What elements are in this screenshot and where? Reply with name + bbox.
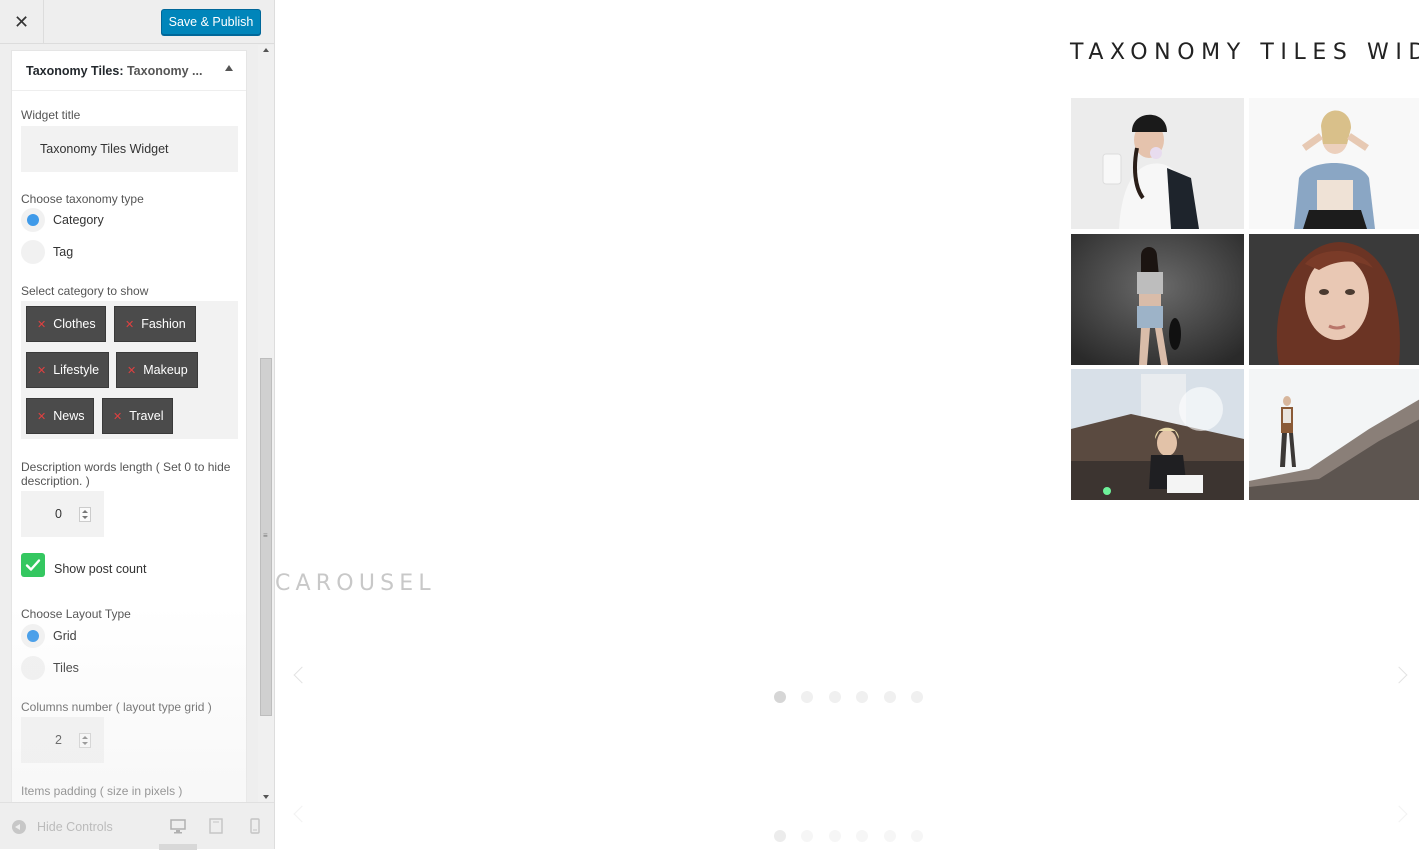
carousel2-dot[interactable] — [801, 830, 813, 842]
carousel-prev-icon[interactable] — [293, 666, 311, 684]
show-post-count-label: Show post count — [54, 562, 147, 576]
category-tag-box[interactable]: ✕ Clothes ✕ Fashion ✕ Lifestyle ✕ Makeup ✕ Ne… — [21, 301, 238, 439]
tag-label: News — [53, 409, 85, 423]
mobile-preview-icon[interactable] — [247, 818, 263, 834]
radio-grid[interactable]: Grid — [21, 624, 77, 648]
remove-icon[interactable]: ✕ — [125, 318, 134, 331]
carousel2-dot[interactable] — [829, 830, 841, 842]
radio-button[interactable] — [21, 624, 45, 648]
controls-scroll-area: Taxonomy Tiles: Taxonomy ... Widget titl… — [0, 45, 258, 802]
carousel2-next-icon[interactable] — [1390, 805, 1408, 823]
carousel2-dot[interactable] — [856, 830, 868, 842]
radio-tiles[interactable]: Tiles — [21, 656, 79, 680]
carousel-dot[interactable] — [856, 691, 868, 703]
spinner-icon[interactable] — [79, 733, 91, 748]
taxonomy-type-label: Choose taxonomy type — [21, 192, 144, 206]
carousel-next-icon[interactable] — [1390, 666, 1408, 684]
tag-lifestyle[interactable]: ✕ Lifestyle — [26, 352, 110, 388]
columns-number-label: Columns number ( layout type grid ) — [21, 700, 212, 714]
panel-scrollbar[interactable]: ≡ — [258, 45, 274, 802]
radio-button[interactable] — [21, 240, 45, 264]
radio-button[interactable] — [21, 208, 45, 232]
tag-label: Travel — [129, 409, 164, 423]
widget-header[interactable]: Taxonomy Tiles: Taxonomy ... — [12, 51, 246, 91]
site-preview: TAXONOMY TILES WIDGET — [275, 0, 1419, 849]
radio-tag-label: Tag — [53, 245, 74, 259]
tag-news[interactable]: ✕ News — [26, 398, 95, 434]
close-icon[interactable]: ✕ — [0, 0, 44, 44]
active-device-indicator — [159, 844, 197, 850]
collapse-arrow-icon[interactable] — [225, 65, 233, 71]
carousel2-prev-icon[interactable] — [293, 805, 311, 823]
remove-icon[interactable]: ✕ — [37, 364, 46, 377]
carousel2-dot[interactable] — [884, 830, 896, 842]
stepper-value: 2 — [55, 733, 62, 747]
carousel-dot[interactable] — [884, 691, 896, 703]
tablet-preview-icon[interactable] — [208, 818, 224, 834]
tag-label: Clothes — [53, 317, 96, 331]
remove-icon[interactable]: ✕ — [113, 410, 122, 423]
columns-number-stepper[interactable]: 2 — [21, 717, 104, 763]
scroll-down-arrow-icon[interactable] — [263, 795, 269, 799]
customizer-panel: ✕ Save & Publish Taxonomy Tiles: Taxonom… — [0, 0, 275, 850]
scrollbar-thumb[interactable]: ≡ — [260, 358, 272, 716]
spinner-icon[interactable] — [79, 507, 91, 522]
items-padding-label: Items padding ( size in pixels ) — [21, 784, 183, 798]
tag-makeup[interactable]: ✕ Makeup — [116, 352, 198, 388]
widget-title-label: Widget title — [21, 108, 81, 122]
show-post-count-checkbox[interactable] — [21, 553, 45, 577]
desc-length-label-line2: description. ) — [21, 474, 90, 488]
tile-makeup-image[interactable] — [1249, 234, 1419, 365]
tag-clothes[interactable]: ✕ Clothes — [26, 306, 106, 342]
customizer-header: ✕ Save & Publish — [0, 0, 274, 44]
tile-lifestyle-image[interactable] — [1071, 234, 1244, 365]
tag-fashion[interactable]: ✕ Fashion — [114, 306, 196, 342]
radio-grid-label: Grid — [53, 629, 77, 643]
remove-icon[interactable]: ✕ — [127, 364, 136, 377]
radio-tiles-label: Tiles — [53, 661, 79, 675]
desc-length-label-line1: Description words length ( Set 0 to hide — [21, 460, 231, 474]
tile-clothes-image[interactable] — [1071, 98, 1244, 229]
tag-travel[interactable]: ✕ Travel — [102, 398, 174, 434]
tile-travel-image[interactable] — [1249, 369, 1419, 500]
hide-controls-label[interactable]: Hide Controls — [37, 820, 113, 834]
widget-title-input[interactable]: Taxonomy Tiles Widget — [21, 126, 238, 172]
save-publish-button[interactable]: Save & Publish — [161, 9, 261, 35]
carousel-dot[interactable] — [774, 691, 786, 703]
carousel-dot[interactable] — [911, 691, 923, 703]
customizer-footer: Hide Controls — [0, 802, 274, 850]
radio-category-label: Category — [53, 213, 104, 227]
taxonomy-tiles-title: TAXONOMY TILES WIDGET — [1070, 40, 1419, 65]
radio-category[interactable]: Category — [21, 208, 104, 232]
hide-controls-icon[interactable] — [12, 820, 26, 834]
desktop-preview-icon[interactable] — [170, 818, 186, 834]
tag-label: Makeup — [143, 363, 188, 377]
stepper-value: 0 — [55, 507, 62, 521]
checkmark-icon — [25, 559, 41, 571]
carousel-title: CAROUSEL — [275, 571, 436, 596]
desc-length-stepper[interactable]: 0 — [21, 491, 104, 537]
select-category-label: Select category to show — [21, 284, 149, 298]
carousel2-dot[interactable] — [774, 830, 786, 842]
carousel-dot[interactable] — [801, 691, 813, 703]
widget-panel: Taxonomy Tiles: Taxonomy ... Widget titl… — [11, 50, 247, 802]
tag-label: Lifestyle — [53, 363, 100, 377]
radio-button[interactable] — [21, 656, 45, 680]
remove-icon[interactable]: ✕ — [37, 318, 46, 331]
radio-tag[interactable]: Tag — [21, 240, 73, 264]
layout-type-label: Choose Layout Type — [21, 607, 131, 621]
remove-icon[interactable]: ✕ — [37, 410, 46, 423]
tile-news-image[interactable] — [1071, 369, 1244, 500]
widget-header-title: Taxonomy Tiles: — [26, 64, 124, 78]
carousel2-dot[interactable] — [911, 830, 923, 842]
tag-label: Fashion — [141, 317, 186, 331]
widget-header-subtitle: Taxonomy ... — [126, 64, 203, 78]
carousel-dot[interactable] — [829, 691, 841, 703]
tile-fashion-image[interactable] — [1249, 98, 1419, 229]
scroll-up-arrow-icon[interactable] — [263, 48, 269, 52]
